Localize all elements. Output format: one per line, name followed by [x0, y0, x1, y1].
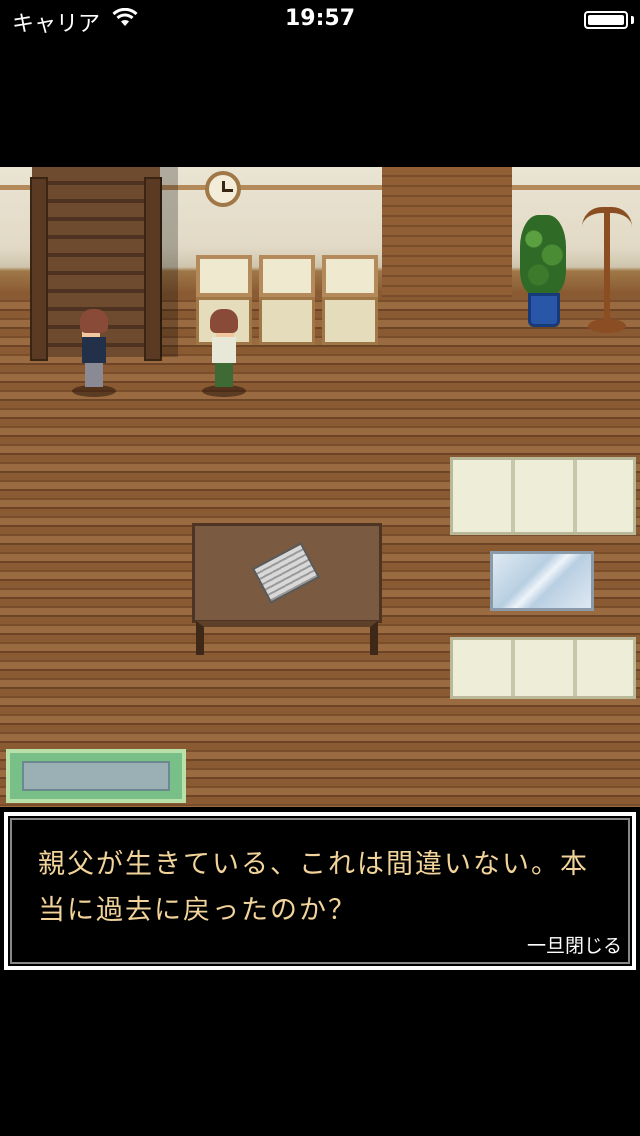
- stair-post-left: [30, 177, 48, 361]
- chair: [322, 255, 378, 347]
- sofa: [450, 457, 636, 535]
- message-text: 親父が生きている、これは間違いない。本当に過去に戻ったのか？: [38, 849, 589, 926]
- game-scene[interactable]: [0, 167, 640, 807]
- character-father[interactable]: [202, 309, 246, 397]
- coffee-table: [192, 523, 382, 657]
- battery-icon: [584, 11, 628, 29]
- sofa: [450, 637, 636, 699]
- close-button[interactable]: 一旦閉じる: [527, 931, 622, 958]
- coat-rack: [580, 207, 634, 339]
- battery-tip: [631, 16, 634, 24]
- chair: [259, 255, 315, 347]
- corridor: [382, 167, 512, 297]
- door-mat: [6, 749, 186, 803]
- glass-table: [490, 551, 594, 611]
- status-bar: キャリア 19:57: [0, 0, 640, 40]
- message-window[interactable]: 親父が生きている、これは間違いない。本当に過去に戻ったのか？ 一旦閉じる: [2, 810, 638, 972]
- potted-plant: [520, 215, 568, 335]
- status-time: 19:57: [284, 6, 356, 31]
- character-son[interactable]: [72, 309, 116, 397]
- wall-clock-icon: [205, 171, 241, 207]
- stair-shadow: [160, 167, 178, 357]
